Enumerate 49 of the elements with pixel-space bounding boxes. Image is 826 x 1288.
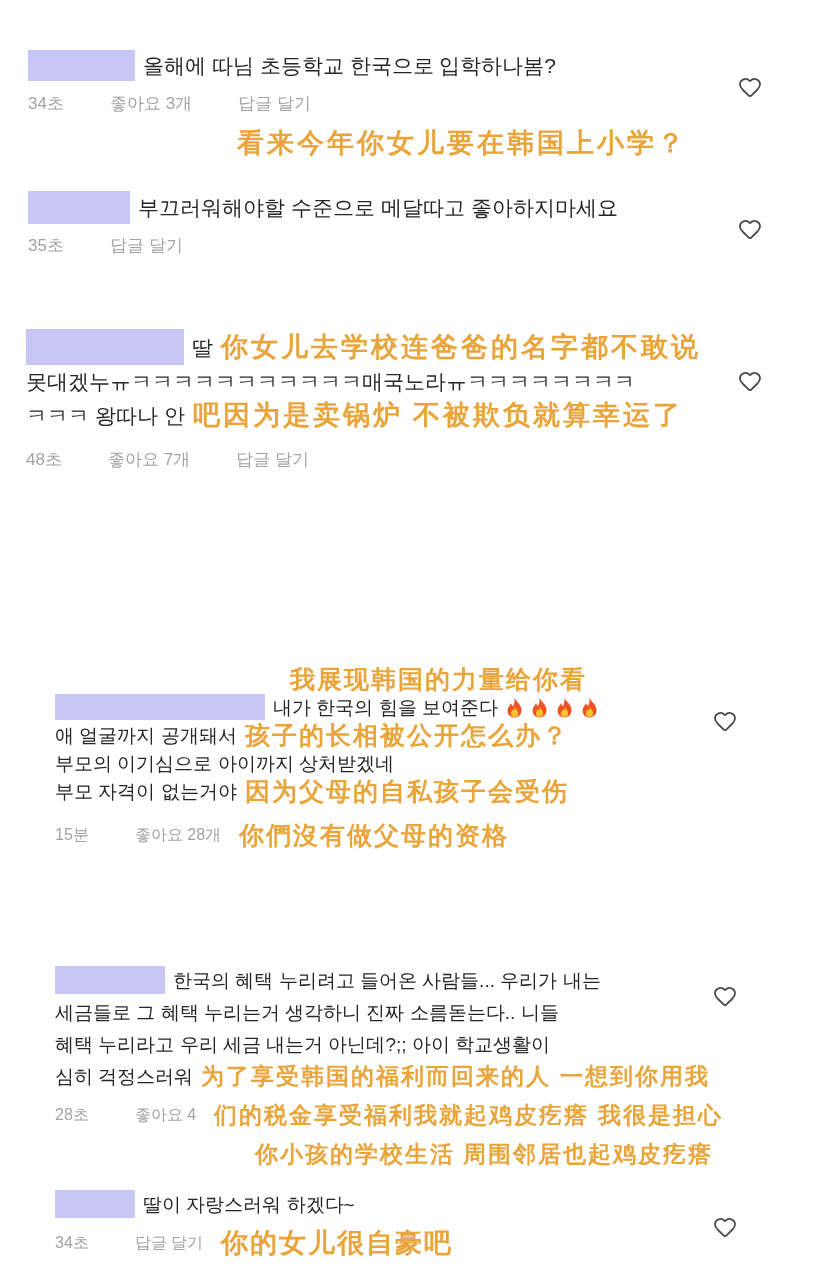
comment-text: 애 얼굴까지 공개돼서 — [55, 725, 237, 745]
comment-text: 혜택 누리라고 우리 세금 내는거 아닌데?;; 아이 학교생활이 — [55, 1034, 551, 1054]
reply-link[interactable]: 답글 달기 — [236, 447, 309, 473]
heart-icon[interactable] — [713, 984, 737, 1008]
comment-text: 딸이 자랑스러워 하겠다~ — [143, 1194, 355, 1214]
comment-text: 내가 한국의 힘을 보여준다 — [273, 697, 498, 717]
fire-icon — [580, 696, 598, 718]
translation-caption: 们的税金享受福利我就起鸡皮疙瘩 我很是担心 — [214, 1103, 723, 1127]
translation-caption: 为了享受韩国的福利而回来的人 一想到你用我 — [201, 1064, 710, 1088]
comment-time: 28초 — [55, 1105, 89, 1125]
heart-icon[interactable] — [738, 75, 762, 99]
comment-text: 부모의 이기심으로 아이까지 상처받겠네 — [55, 753, 394, 773]
reply-link[interactable]: 답글 달기 — [109, 233, 183, 259]
heart-icon[interactable] — [738, 369, 762, 393]
comment-text: 딸 — [192, 336, 213, 358]
translation-caption: 孩子的长相被公开怎么办？ — [244, 722, 569, 748]
comment-text: 부끄러워해야할 수준으로 메달따고 좋아하지마세요 — [138, 196, 618, 218]
comment-time: 15분 — [55, 825, 89, 845]
reply-link[interactable]: 답글 달기 — [238, 91, 311, 117]
comment-text: 못대겠누ㅠㅋㅋㅋㅋㅋㅋㅋㅋㅋㅋㅋ매국노라ㅠㅋㅋㅋㅋㅋㅋㅋㅋ — [26, 370, 635, 392]
translation-caption: 吧因为是卖锅炉 不被欺负就算幸运了 — [192, 401, 684, 429]
comment-text: 올해에 따님 초등학교 한국으로 입학하나봄? — [143, 54, 557, 76]
fire-icon — [505, 696, 523, 718]
translation-caption: 看来今年你女儿要在韩国上小学？ — [237, 129, 687, 157]
translation-caption: 你們沒有做父母的资格 — [239, 822, 510, 848]
translation-caption: 你小孩的学校生活 周围邻居也起鸡皮疙瘩 — [255, 1142, 714, 1166]
comment-text: ㅋㅋㅋ 왕따나 안 — [26, 404, 185, 426]
translation-caption: 你女儿去学校连爸爸的名字都不敢说 — [221, 333, 701, 361]
comment-text: 한국의 혜택 누리려고 들어온 사람들... 우리가 내는 — [173, 970, 601, 990]
likes-count[interactable]: 좋아요 4 — [134, 1103, 197, 1127]
fire-icon — [530, 696, 548, 718]
translation-caption: 因为父母的自私孩子会受伤 — [244, 778, 569, 804]
likes-count[interactable]: 좋아요 7개 — [107, 447, 191, 473]
comment-time: 34초 — [28, 93, 64, 116]
heart-icon[interactable] — [713, 709, 737, 733]
comment-text: 심히 걱정스러워 — [55, 1066, 194, 1086]
fire-icon — [555, 696, 573, 718]
comment-time: 35초 — [28, 235, 64, 258]
comment-text: 세금들로 그 혜택 누리는거 생각하니 진짜 소름돋는다.. 니들 — [55, 1002, 559, 1022]
translation-caption: 你的女儿很自豪吧 — [221, 1229, 454, 1257]
likes-count[interactable]: 좋아요 28개 — [134, 823, 222, 847]
comment-time: 48초 — [26, 449, 62, 472]
heart-icon[interactable] — [713, 1215, 737, 1239]
reply-link[interactable]: 답글 달기 — [134, 1231, 204, 1255]
translation-caption: 我展现韩国的力量给你看 — [290, 666, 587, 692]
comment-time: 34초 — [55, 1233, 89, 1253]
likes-count[interactable]: 좋아요 3개 — [109, 91, 193, 117]
comment-text: 부모 자격이 없는거야 — [55, 781, 237, 801]
heart-icon[interactable] — [738, 217, 762, 241]
